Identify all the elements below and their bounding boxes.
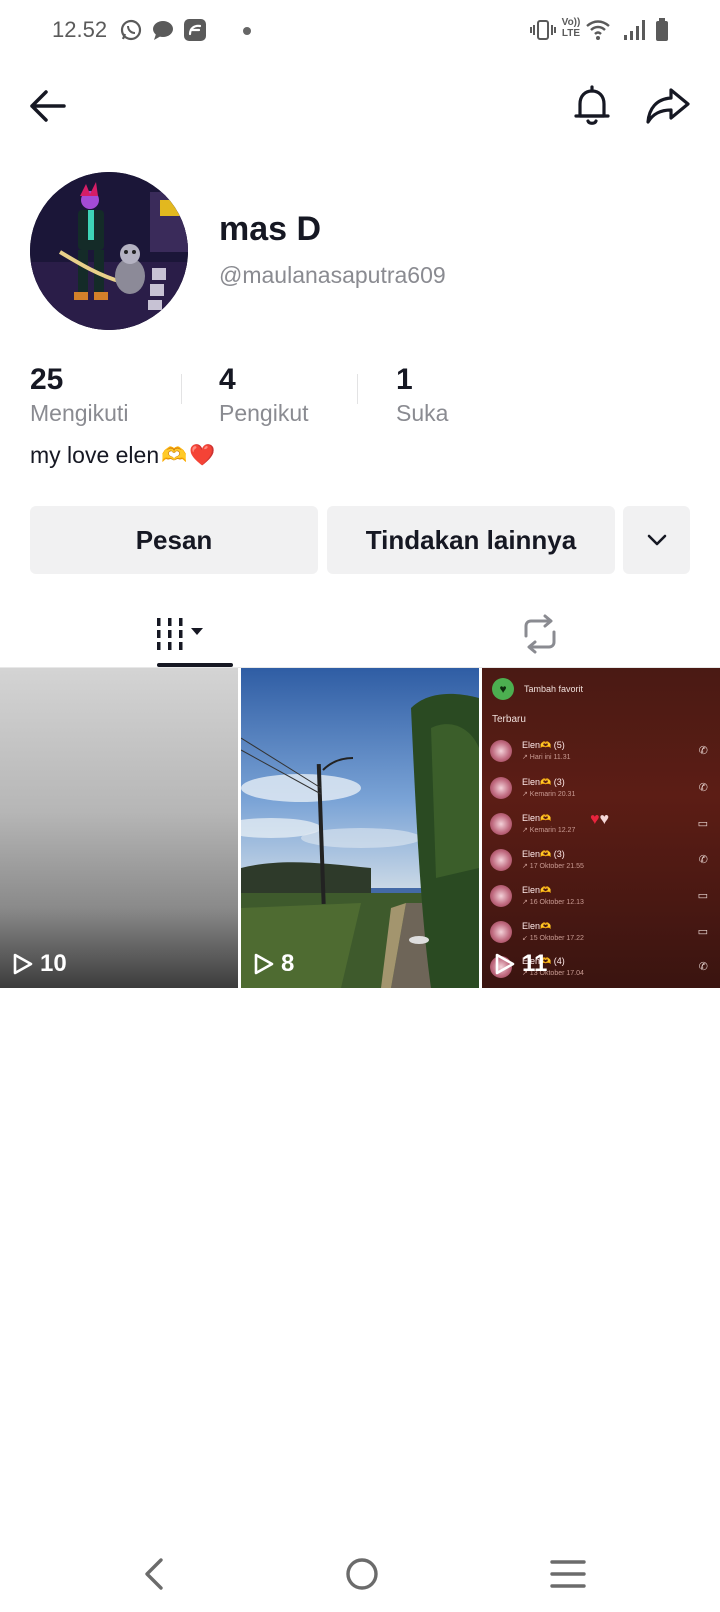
call-time: ↗ 16 Oktober 12.13 — [522, 899, 584, 906]
share-arrow-icon[interactable] — [644, 84, 692, 128]
video-thumbnail[interactable]: ♥ Tambah favorit Terbaru Elen🫶 (5) ↗ Har… — [482, 668, 720, 988]
view-count: 10 — [12, 950, 67, 978]
username: @maulanasaputra609 — [219, 262, 446, 288]
avatar[interactable] — [30, 172, 188, 330]
call-time: ↗ Kemarin 12.27 — [522, 827, 576, 834]
contact-avatar — [490, 777, 512, 799]
video-thumbnail[interactable]: 8 — [241, 668, 479, 988]
video-call-icon: ▭ — [697, 818, 708, 830]
phone-icon: ✆ — [698, 961, 708, 973]
hearts-sticker: ♥♥ — [590, 811, 609, 828]
video-call-icon: ▭ — [697, 890, 708, 902]
contact-name: Elen🫶 — [522, 921, 552, 931]
display-name: mas D — [219, 210, 322, 248]
stat-divider — [357, 374, 358, 404]
thumbnail-section: Terbaru — [492, 714, 526, 725]
contact-name: Elen🫶 — [522, 885, 552, 895]
call-log-row: Elen🫶 (3) ↗ 17 Oktober 21.55 ✆ — [490, 845, 712, 875]
wifi-icon — [586, 20, 610, 40]
whatsapp-icon — [120, 19, 142, 41]
call-time: ↗ 17 Oktober 21.55 — [522, 863, 584, 870]
heart-hands-emoji: 🫶 — [161, 443, 188, 467]
bell-icon[interactable] — [570, 84, 614, 128]
system-back-icon[interactable] — [135, 1554, 175, 1594]
battery-icon — [656, 18, 668, 41]
play-outline-icon — [254, 953, 274, 975]
contact-avatar — [490, 849, 512, 871]
red-heart-emoji: ❤️ — [189, 443, 216, 467]
following-count: 25 — [30, 363, 64, 396]
view-count-value: 10 — [40, 950, 67, 977]
view-count: 8 — [253, 950, 294, 978]
tab-indicator — [157, 663, 233, 667]
video-thumbnail[interactable]: 10 — [0, 668, 238, 988]
phone-icon: ✆ — [698, 745, 708, 757]
play-outline-icon — [13, 953, 33, 975]
stat-likes[interactable]: 1 Suka — [396, 362, 448, 428]
chevron-down-icon — [647, 534, 666, 546]
system-home-icon[interactable] — [340, 1552, 384, 1596]
contact-avatar — [490, 885, 512, 907]
thumbnail-header: Tambah favorit — [524, 684, 584, 694]
grid-icon — [157, 618, 203, 650]
vibrate-icon — [530, 20, 556, 40]
video-call-icon: ▭ — [697, 926, 708, 938]
landscape-thumbnail-image — [241, 668, 479, 988]
bio-text: my love elen — [30, 442, 160, 468]
signal-icon — [624, 20, 645, 40]
call-log-row: Elen🫶 (3) ↗ Kemarin 20.31 ✆ — [490, 773, 712, 803]
contact-name: Elen🫶 — [522, 813, 552, 823]
contact-avatar — [490, 813, 512, 835]
stat-divider — [181, 374, 182, 404]
likes-count: 1 — [396, 363, 413, 396]
view-count-value: 11 — [522, 950, 548, 977]
back-arrow-icon[interactable] — [26, 84, 70, 128]
following-label: Mengikuti — [30, 400, 129, 426]
contact-name: Elen🫶 (3) — [522, 849, 565, 859]
message-button[interactable]: Pesan — [30, 506, 318, 574]
more-actions-button[interactable]: Tindakan lainnya — [327, 506, 615, 574]
phone-icon: ✆ — [698, 782, 708, 794]
status-bar: 12.52 Vo)) LTE — [0, 0, 720, 62]
call-log-row: Elen🫶 ↗ Kemarin 12.27 ♥♥ ▭ — [490, 809, 712, 839]
play-outline-icon — [495, 953, 515, 975]
tab-videos[interactable] — [0, 600, 360, 668]
app-notification-icon — [184, 19, 206, 41]
call-time: ↗ Hari ini 11.31 — [522, 754, 571, 761]
followers-label: Pengikut — [219, 400, 309, 426]
volte-icon: Vo)) LTE — [561, 17, 581, 39]
avatar-image — [30, 172, 188, 330]
stat-followers[interactable]: 4 Pengikut — [219, 362, 309, 428]
view-count: 11 — [494, 950, 547, 978]
call-log-row: Elen🫶 ↗ 16 Oktober 12.13 ▭ — [490, 881, 712, 911]
likes-label: Suka — [396, 400, 449, 426]
tab-reposts[interactable] — [360, 600, 720, 668]
bio: my love elen 🫶 ❤️ — [30, 442, 215, 469]
call-log-row: Elen🫶 (5) ↗ Hari ini 11.31 ✆ — [490, 736, 712, 766]
favorite-add-icon: ♥ — [492, 678, 514, 700]
contact-avatar — [490, 740, 512, 762]
call-log-row: Elen🫶 ↙ 15 Oktober 17.22 ▭ — [490, 917, 712, 947]
video-grid: 10 8 ♥ Tambah favorit Terbaru Elen🫶 (5) … — [0, 668, 720, 988]
stat-following[interactable]: 25 Mengikuti — [30, 362, 128, 428]
system-recents-icon[interactable] — [548, 1556, 588, 1592]
message-bubble-icon — [153, 21, 173, 40]
view-count-value: 8 — [281, 950, 295, 977]
notification-dot — [243, 27, 251, 35]
status-time: 12.52 — [52, 17, 108, 42]
suggestions-dropdown-button[interactable] — [623, 506, 690, 574]
phone-icon: ✆ — [698, 854, 708, 866]
call-time: ↙ 15 Oktober 17.22 — [522, 935, 584, 942]
contact-name: Elen🫶 (5) — [522, 740, 565, 750]
call-time: ↗ Kemarin 20.31 — [522, 791, 576, 798]
followers-count: 4 — [219, 363, 236, 396]
contact-avatar — [490, 921, 512, 943]
contact-name: Elen🫶 (3) — [522, 777, 565, 787]
repost-icon — [524, 614, 556, 654]
